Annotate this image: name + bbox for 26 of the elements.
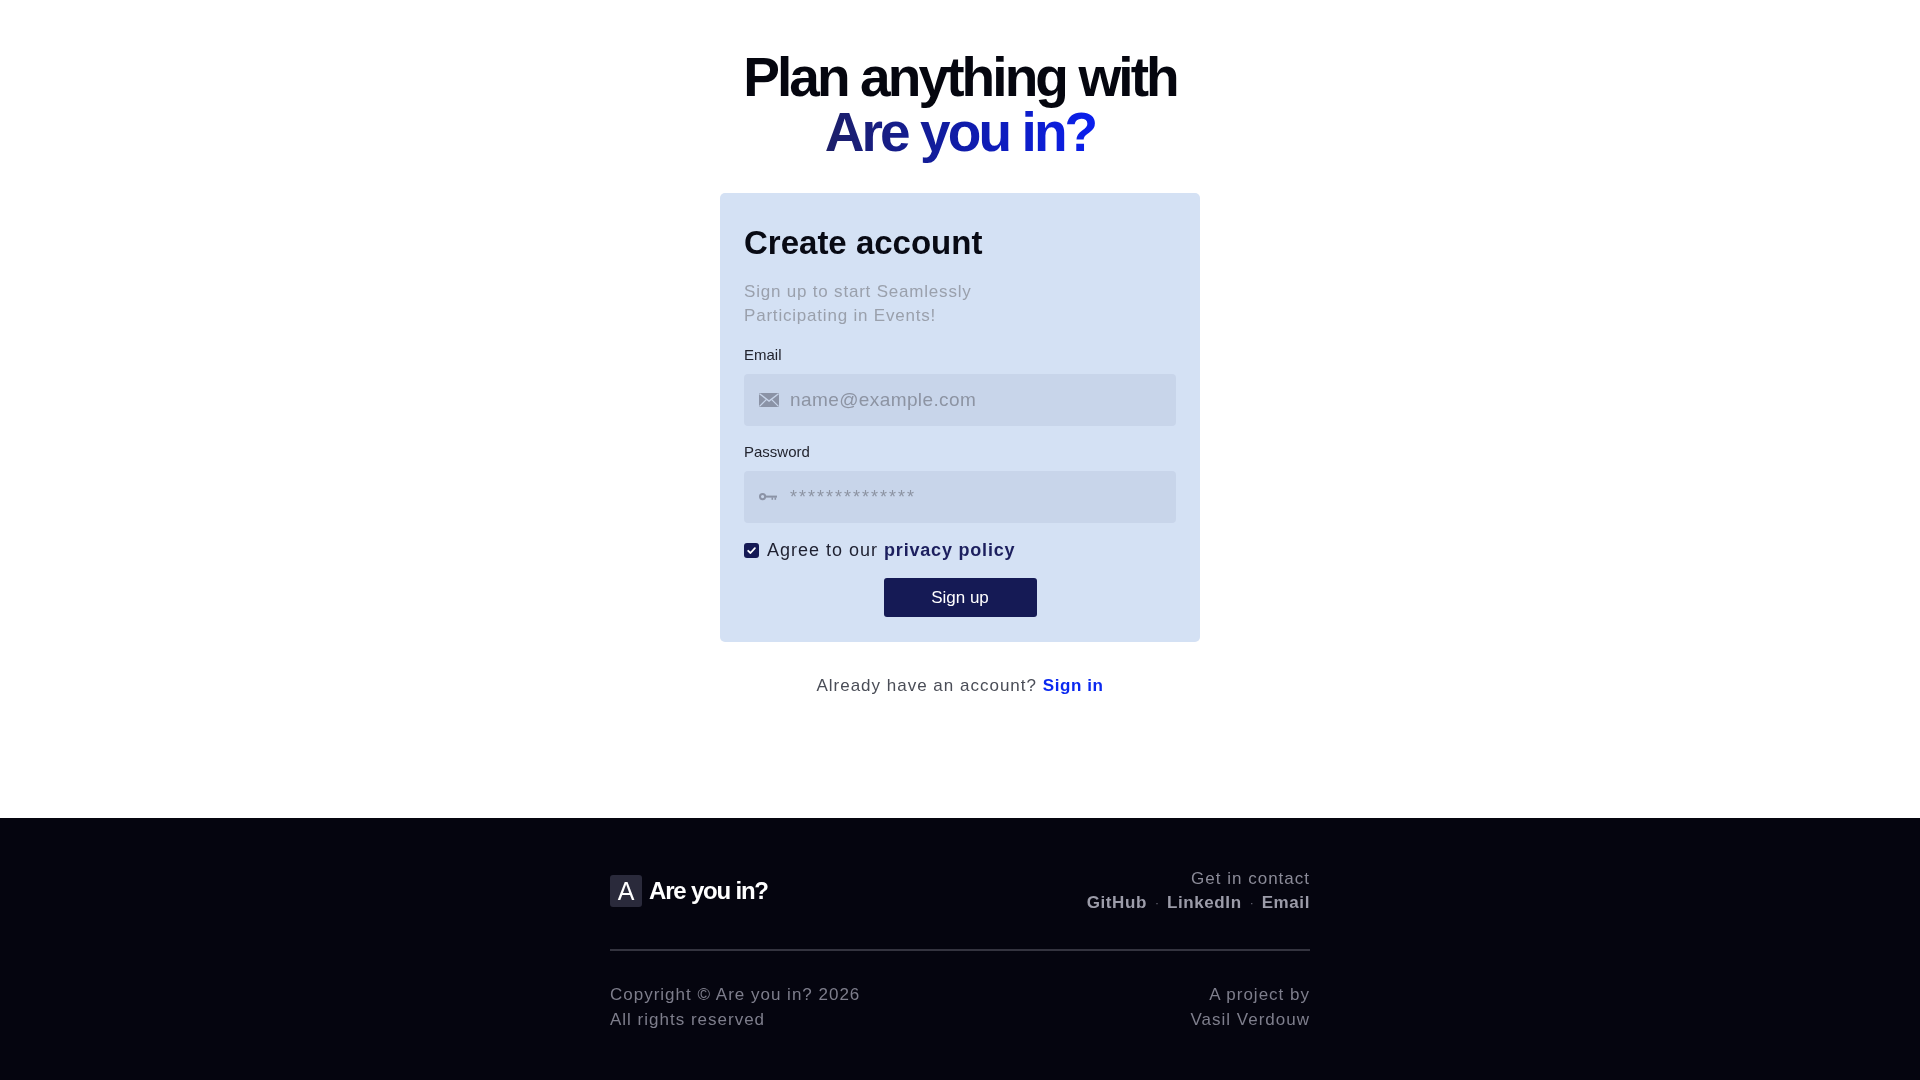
link-separator: ·	[1249, 895, 1254, 912]
key-icon	[759, 493, 777, 501]
footer-link[interactable]: GitHub	[1086, 891, 1147, 915]
privacy-policy-link[interactable]: privacy policy	[884, 539, 1016, 560]
copyright-text: Copyright © Are you in? 2026	[610, 984, 861, 1006]
agreement-text: Agree to our privacy policy	[767, 539, 1016, 561]
sign-in-link[interactable]: Sign in	[1042, 676, 1104, 695]
copyright-text: All rights reserved	[610, 1009, 766, 1031]
checkbox[interactable]	[744, 542, 759, 558]
password-label: Password	[744, 442, 810, 462]
logo-mark: A	[610, 875, 642, 907]
credit-text: A project by	[1209, 984, 1310, 1006]
form-title: Create account	[744, 223, 983, 263]
footer-link[interactable]: LinkedIn	[1166, 891, 1242, 915]
email-label: Email	[744, 345, 782, 365]
credit-text: Vasil Verdouw	[1190, 1009, 1310, 1031]
brand-name: Are you in?	[649, 877, 768, 905]
password-field[interactable]: **************	[744, 471, 1176, 523]
sign-up-button[interactable]: Sign up	[883, 578, 1037, 617]
footer-link[interactable]: Email	[1261, 891, 1310, 915]
sign-in-prompt: Already have an account? Sign in	[816, 675, 1104, 697]
envelope-icon	[759, 393, 779, 407]
link-separator: ·	[1154, 895, 1159, 912]
contact-heading: Get in contact	[1191, 868, 1310, 890]
email-field[interactable]: name@example.com	[744, 374, 1176, 426]
form-subtitle: Sign up to start Seamlessly Participating in Events!	[744, 281, 973, 327]
